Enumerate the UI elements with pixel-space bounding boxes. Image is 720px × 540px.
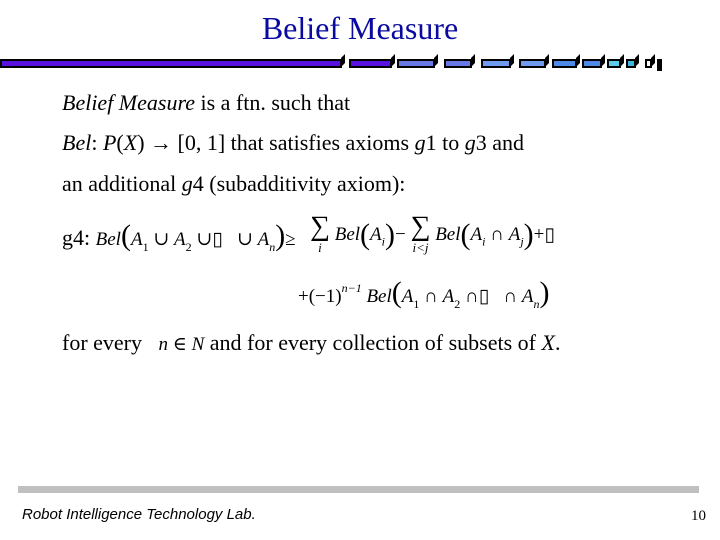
colon: : xyxy=(91,130,103,155)
formula-g4-rhs: ∑ i Bel(Ai)− ∑ i<j Bel(Ai ∩ Aj)+▯ xyxy=(310,211,555,256)
definition-line: Belief Measure is a ftn. such that xyxy=(62,89,350,117)
intersection-symbol: ∩ xyxy=(424,286,438,307)
paren: ) xyxy=(275,219,286,252)
minus-symbol: − xyxy=(395,224,406,245)
g-symbol: g xyxy=(414,130,426,155)
arrow-icon: → xyxy=(144,130,178,155)
formula-g4-line2: +(−1)n−1 Bel(A1 ∩ A2 ∩▯ ∩ An) xyxy=(298,273,550,319)
intersection-symbol: ∩ xyxy=(503,286,518,307)
bel-symbol: Bel xyxy=(435,224,461,245)
deco-segment xyxy=(645,59,652,68)
a-symbol: A xyxy=(173,229,186,250)
bel-symbol: Bel xyxy=(366,286,392,307)
a-symbol: A xyxy=(370,224,382,245)
quantifier-text: and for every collection of subsets of xyxy=(204,330,542,355)
powerset-symbol: P xyxy=(102,130,117,155)
bel-symbol: Bel xyxy=(62,130,92,155)
n-symbol: n xyxy=(158,334,169,355)
additional-text: 4 (subadditivity axiom): xyxy=(192,171,406,196)
additional-line: an additional g4 (subadditivity axiom): xyxy=(62,170,405,198)
deco-segment xyxy=(519,59,546,68)
g-symbol: g xyxy=(181,171,193,196)
deco-segment xyxy=(444,59,472,68)
subscript: i xyxy=(482,234,486,249)
footer-divider xyxy=(18,486,699,493)
a-symbol: A xyxy=(257,229,270,250)
deco-segment xyxy=(0,59,342,68)
term-belief-measure: Belief Measure xyxy=(62,90,195,115)
formula-label: g4: xyxy=(62,225,91,250)
g-symbol: g xyxy=(464,130,476,155)
quantifier-line: for every n ∈ N and for every collection… xyxy=(62,329,560,359)
paren: ) xyxy=(137,130,145,155)
element-of-symbol: ∈ xyxy=(168,334,192,355)
deco-segment xyxy=(349,59,392,68)
definition-text: is a ftn. such that xyxy=(194,90,351,115)
deco-segment xyxy=(397,59,435,68)
paren: ) xyxy=(523,218,534,251)
additional-text: an additional xyxy=(62,171,182,196)
paren: ( xyxy=(360,218,371,251)
deco-segment xyxy=(552,59,577,68)
period: . xyxy=(554,330,561,355)
deco-segment xyxy=(582,59,602,68)
plus-symbol: + xyxy=(533,224,545,245)
sigma-icon: ∑ xyxy=(410,211,431,242)
mapping-text: 3 and xyxy=(475,130,524,155)
quantifier-text: for every xyxy=(62,330,143,355)
bel-symbol: Bel xyxy=(334,224,361,245)
mapping-line: Bel: P(X) → [0, 1] that satisfies axioms… xyxy=(62,129,524,157)
formula-g4-line1: g4: Bel(A1 ∪ A2 ∪▯ ∪ An)≥ xyxy=(62,220,296,263)
sum-i: ∑ i xyxy=(310,211,330,256)
sum-limit: i<j xyxy=(412,240,429,255)
mapping-text: 1 to xyxy=(425,130,465,155)
page-number: 10 xyxy=(691,508,706,524)
decorative-bar xyxy=(0,57,720,71)
slide-title: Belief Measure xyxy=(261,10,459,46)
exponent: n−1 xyxy=(341,281,362,295)
subscript: 2 xyxy=(185,240,192,254)
sum-limit: i xyxy=(318,240,322,255)
footer-lab-name: Robot Intelligence Technology Lab. xyxy=(22,506,256,523)
sigma-icon: ∑ xyxy=(310,211,330,242)
a-symbol: A xyxy=(521,286,534,307)
deco-segment xyxy=(626,59,636,68)
subscript: 2 xyxy=(454,297,461,311)
intersection-symbol: ∩ xyxy=(464,286,479,307)
plus-symbol: + xyxy=(298,286,309,307)
intersection-symbol: ∩ xyxy=(490,224,504,245)
paren: ( xyxy=(120,219,131,252)
union-symbol: ∪ xyxy=(196,229,213,250)
sum-ij: ∑ i<j xyxy=(410,211,431,256)
a-symbol: A xyxy=(401,286,414,307)
paren: ( xyxy=(391,276,402,309)
paren: ( xyxy=(116,130,124,155)
neg-one: (−1) xyxy=(308,286,342,307)
ellipsis-glyph: ▯ xyxy=(478,286,490,307)
a-symbol: A xyxy=(470,224,483,245)
naturals-symbol: N xyxy=(191,334,205,355)
x-symbol: X xyxy=(123,130,138,155)
union-symbol: ∪ xyxy=(236,229,253,250)
a-symbol: A xyxy=(442,286,455,307)
union-symbol: ∪ xyxy=(153,229,170,250)
deco-segment xyxy=(657,59,662,71)
mapping-text: [0, 1] that satisfies axioms xyxy=(177,130,415,155)
subscript: 1 xyxy=(142,240,149,254)
paren: ) xyxy=(385,218,395,251)
x-symbol: X xyxy=(541,330,555,355)
deco-segment xyxy=(481,59,511,68)
paren: ) xyxy=(539,276,550,309)
a-symbol: A xyxy=(508,224,521,245)
ellipsis-glyph: ▯ xyxy=(544,224,555,246)
paren: ( xyxy=(460,218,471,251)
subscript: 1 xyxy=(413,297,420,311)
ellipsis-glyph: ▯ xyxy=(212,229,223,250)
a-symbol: A xyxy=(130,229,143,250)
deco-segment xyxy=(607,59,621,68)
geq-symbol: ≥ xyxy=(285,229,296,250)
bel-symbol: Bel xyxy=(95,229,121,250)
